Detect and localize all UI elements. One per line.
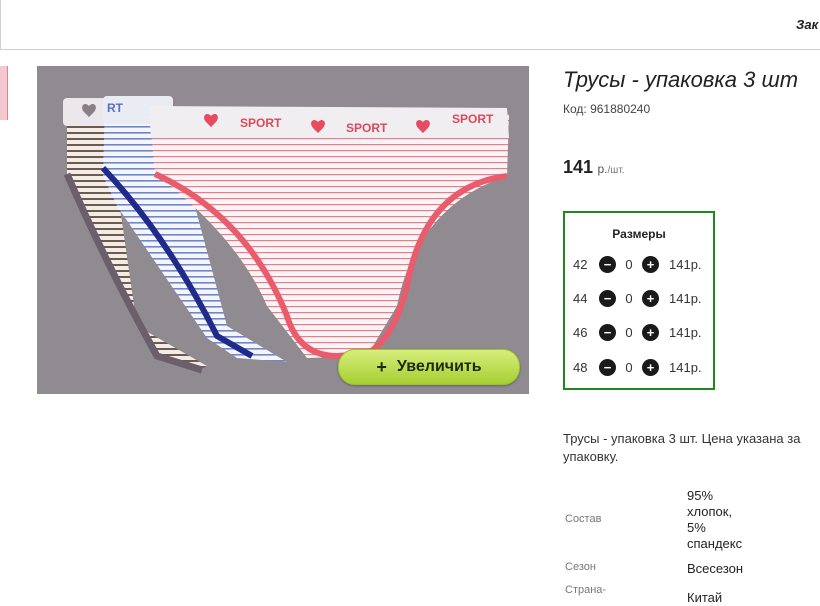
- header-right-link[interactable]: Зак: [796, 17, 820, 32]
- product-code: Код: 961880240: [563, 102, 651, 116]
- minus-icon[interactable]: −: [599, 289, 616, 307]
- product-thumbnail[interactable]: [0, 66, 8, 120]
- spec-composition-label: Состав: [565, 513, 602, 525]
- spec-composition-value: 95% хлопок, 5% спандекс: [687, 488, 742, 552]
- top-bar-divider: [0, 0, 1, 49]
- size-row: 48 − 0 + 141р.: [573, 357, 702, 377]
- top-bar: Зак: [0, 0, 820, 50]
- size-row: 42 − 0 + 141р.: [573, 254, 702, 274]
- size-quantity: 0: [625, 324, 633, 340]
- size-price: 141р.: [669, 256, 702, 272]
- composition-line: 5%: [687, 520, 706, 535]
- composition-line: спандекс: [687, 536, 743, 551]
- size-quantity: 0: [625, 359, 633, 375]
- product-image[interactable]: RT SPORT SPORT SPORT + Увеличить: [37, 66, 529, 394]
- size-price: 141р.: [669, 290, 702, 306]
- composition-line: 95%: [687, 488, 714, 503]
- price-per: /шт.: [607, 165, 625, 176]
- price-currency: р.: [597, 162, 608, 176]
- size-label: 44: [573, 290, 588, 306]
- waistband-text-3: SPORT: [346, 121, 388, 135]
- size-price: 141р.: [669, 324, 702, 340]
- waistband-text-2: SPORT: [240, 116, 282, 130]
- zoom-label: Увеличить: [396, 358, 482, 375]
- minus-icon[interactable]: −: [599, 358, 616, 376]
- waistband-text-1: RT: [107, 101, 124, 115]
- spec-season-label: Сезон: [565, 561, 596, 573]
- description-line: Трусы - упаковка 3 шт. Цена указана за: [563, 431, 801, 446]
- product-description: Трусы - упаковка 3 шт. Цена указана за у…: [563, 430, 820, 466]
- plus-icon[interactable]: +: [642, 358, 659, 376]
- spec-season-value: Всесезон: [687, 561, 744, 576]
- minus-icon[interactable]: −: [599, 323, 616, 341]
- size-quantity: 0: [625, 290, 633, 306]
- sizes-panel: Размеры 42 − 0 + 141р. 44 − 0 + 141р. 46…: [563, 211, 715, 390]
- waistband-text-4: SPORT: [452, 112, 494, 126]
- description-line: упаковку.: [563, 449, 619, 464]
- size-label: 48: [573, 359, 588, 375]
- plus-icon[interactable]: +: [642, 289, 659, 307]
- sizes-title: Размеры: [612, 227, 666, 241]
- size-row: 46 − 0 + 141р.: [573, 322, 702, 342]
- size-quantity: 0: [625, 256, 633, 272]
- spec-country-label: Страна-: [565, 584, 607, 596]
- plus-icon[interactable]: +: [642, 323, 659, 341]
- size-row: 44 − 0 + 141р.: [573, 288, 702, 308]
- zoom-plus-icon: +: [376, 356, 387, 377]
- zoom-button[interactable]: + Увеличить: [338, 349, 520, 385]
- composition-line: хлопок,: [687, 504, 733, 519]
- product-photo-illustration: RT SPORT SPORT SPORT: [63, 96, 509, 374]
- size-label: 42: [573, 256, 588, 272]
- size-price: 141р.: [669, 359, 702, 375]
- size-label: 46: [573, 324, 588, 340]
- price-value: 141: [563, 157, 594, 177]
- plus-icon[interactable]: +: [642, 255, 659, 273]
- product-title: Трусы - упаковка 3 шт: [563, 67, 799, 92]
- spec-country-value: Китай: [687, 590, 723, 605]
- product-price: 141 р./шт.: [563, 157, 625, 178]
- minus-icon[interactable]: −: [599, 255, 616, 273]
